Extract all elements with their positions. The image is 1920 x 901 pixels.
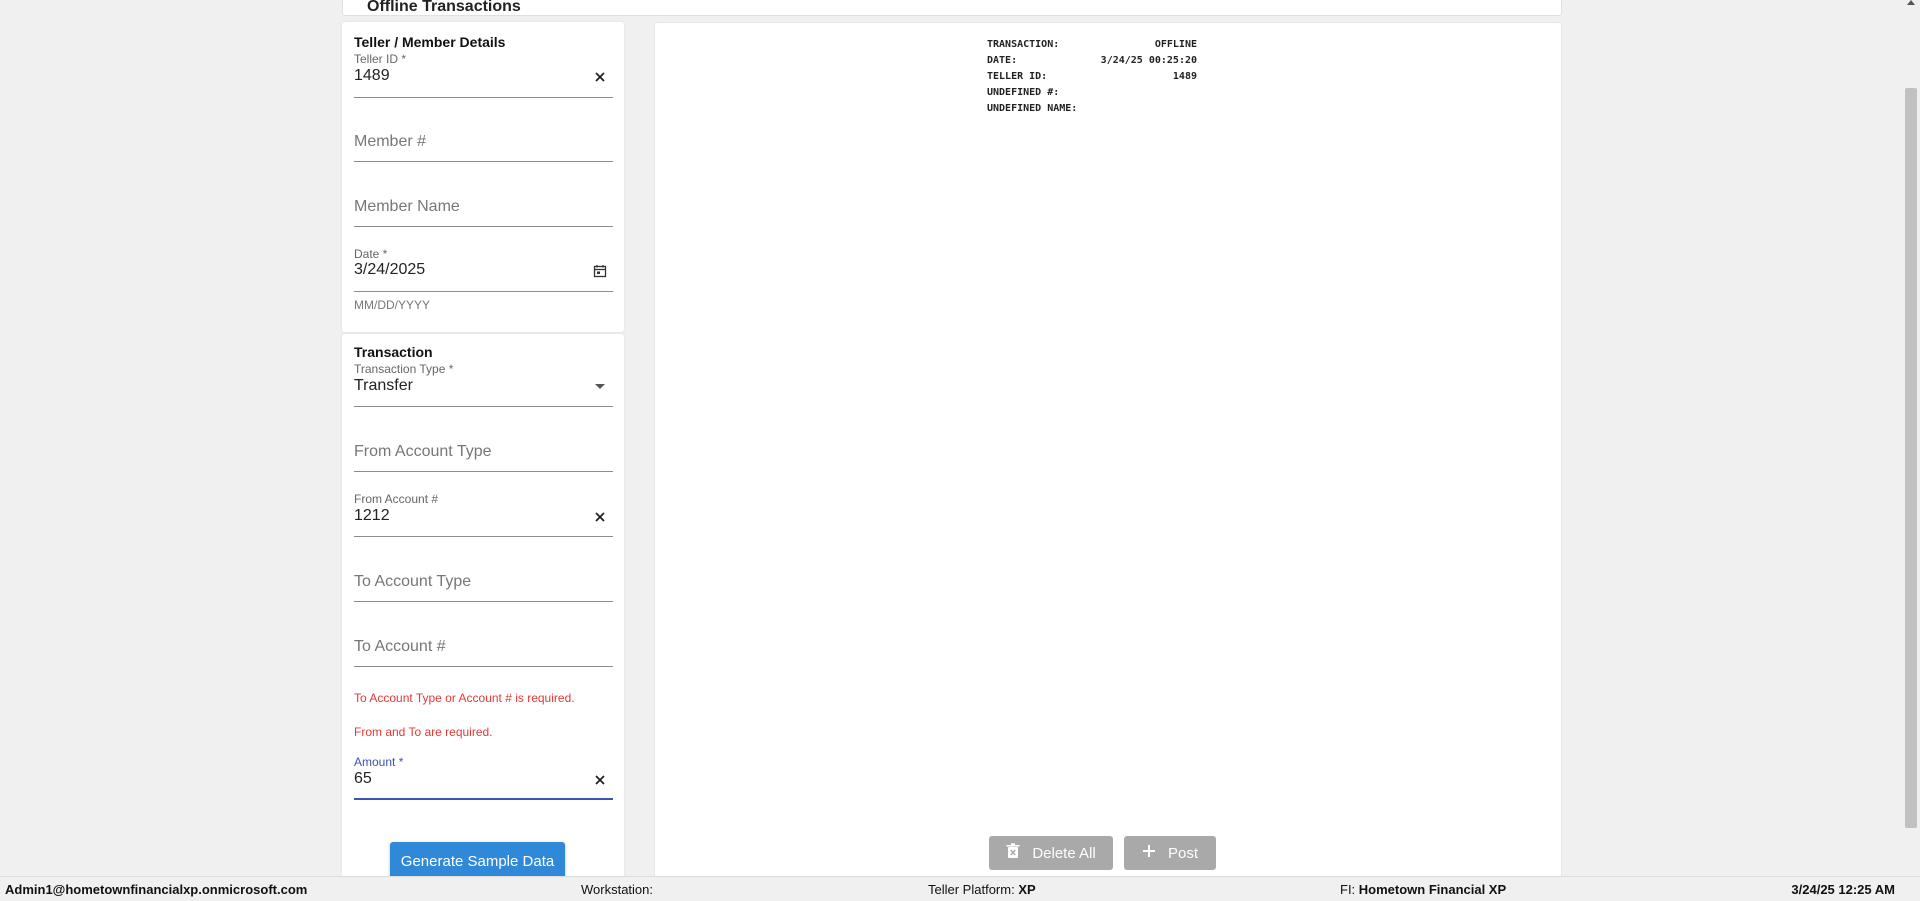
page-title-card: Offline Transactions (342, 0, 1562, 16)
dropdown-arrow-icon[interactable] (591, 378, 609, 396)
receipt: TRANSACTION: OFFLINE DATE: 3/24/25 00:25:2… (987, 37, 1197, 117)
member-details-card: Teller / Member Details Teller ID * 1489… (342, 22, 624, 332)
receipt-row: UNDEFINED #: (987, 85, 1197, 101)
from-account-number-field[interactable]: From Account # 1212 (354, 492, 613, 542)
scroll-up-icon[interactable] (1907, 0, 1915, 5)
status-datetime: 3/24/25 12:25 AM (1791, 882, 1895, 897)
member-number-field[interactable]: Member # (354, 117, 613, 167)
close-icon[interactable] (591, 68, 609, 86)
from-account-number-underline (354, 536, 613, 537)
error-message: From and To are required. (354, 725, 493, 739)
fi-value: Hometown Financial XP (1358, 882, 1507, 897)
transaction-type-value[interactable]: Transfer (354, 377, 413, 395)
close-icon[interactable] (591, 508, 609, 526)
receipt-row: UNDEFINED NAME: (987, 101, 1197, 117)
to-account-number-placeholder[interactable]: To Account # (354, 638, 446, 656)
to-account-number-underline (354, 666, 613, 667)
status-workstation: Workstation: (581, 882, 653, 897)
transaction-card: Transaction Transaction Type * Transfer … (342, 334, 624, 884)
amount-value[interactable]: 65 (354, 770, 372, 788)
receipt-preview-card: TRANSACTION: OFFLINE DATE: 3/24/25 00:25:2… (654, 22, 1562, 884)
page-title: Offline Transactions (367, 0, 521, 15)
error-message: To Account Type or Account # is required… (354, 691, 575, 705)
receipt-row: TRANSACTION: OFFLINE (987, 37, 1197, 53)
plus-icon (1142, 844, 1156, 862)
from-account-type-underline (354, 471, 613, 472)
delete-all-label: Delete All (1032, 844, 1096, 862)
member-name-placeholder[interactable]: Member Name (354, 198, 460, 216)
fi-label: FI: (1340, 882, 1356, 897)
member-name-field[interactable]: Member Name (354, 182, 613, 232)
date-underline (354, 291, 613, 292)
to-account-type-underline (354, 601, 613, 602)
date-value[interactable]: 3/24/2025 (354, 261, 425, 279)
receipt-value: OFFLINE (1154, 39, 1197, 50)
post-button[interactable]: Post (1124, 836, 1216, 870)
calendar-icon[interactable] (591, 262, 609, 280)
close-icon[interactable] (591, 771, 609, 789)
date-format-hint: MM/DD/YYYY (354, 298, 431, 312)
teller-id-underline (354, 97, 613, 98)
receipt-row: DATE: 3/24/25 00:25:20 (987, 53, 1197, 69)
transaction-type-label: Transaction Type * (354, 362, 454, 376)
receipt-value: 3/24/25 00:25:20 (1100, 55, 1197, 66)
to-account-type-placeholder[interactable]: To Account Type (354, 573, 471, 591)
from-account-type-placeholder[interactable]: From Account Type (354, 443, 492, 461)
status-fi: FI: Hometown Financial XP (1340, 882, 1506, 897)
date-field[interactable]: Date * 3/24/2025 (354, 247, 613, 297)
receipt-label: DATE: (987, 55, 1018, 66)
member-details-title: Teller / Member Details (354, 34, 506, 50)
status-platform: Teller Platform: XP (928, 882, 1036, 897)
transaction-title: Transaction (354, 344, 433, 360)
trash-icon (1006, 843, 1020, 863)
platform-label: Teller Platform: (928, 882, 1015, 897)
status-user: Admin1@hometownfinancialxp.onmicrosoft.c… (5, 882, 308, 897)
vertical-scrollbar[interactable] (1903, 0, 1920, 876)
transaction-type-underline (354, 406, 613, 407)
from-account-number-value[interactable]: 1212 (354, 507, 390, 525)
teller-id-value[interactable]: 1489 (354, 67, 390, 85)
receipt-row: TELLER ID: 1489 (987, 69, 1197, 85)
receipt-value: 1489 (1172, 71, 1197, 82)
to-account-type-field[interactable]: To Account Type (354, 557, 613, 607)
delete-all-button[interactable]: Delete All (989, 836, 1113, 870)
status-bar: Admin1@hometownfinancialxp.onmicrosoft.c… (0, 876, 1920, 901)
receipt-label: TELLER ID: (987, 71, 1048, 82)
member-number-placeholder[interactable]: Member # (354, 133, 426, 151)
generate-sample-data-button[interactable]: Generate Sample Data (390, 842, 565, 880)
member-number-underline (354, 161, 613, 162)
amount-underline (354, 798, 613, 800)
amount-label: Amount * (354, 755, 404, 769)
from-account-type-field[interactable]: From Account Type (354, 427, 613, 477)
platform-value: XP (1018, 882, 1036, 897)
scrollbar-thumb[interactable] (1905, 88, 1917, 828)
transaction-type-select[interactable]: Transaction Type * Transfer (354, 362, 613, 412)
receipt-label: UNDEFINED NAME: (987, 103, 1078, 114)
amount-field[interactable]: Amount * 65 (354, 755, 613, 805)
member-name-underline (354, 226, 613, 227)
date-label: Date * (354, 247, 388, 261)
post-label: Post (1167, 844, 1198, 862)
teller-id-label: Teller ID * (354, 52, 407, 66)
workstation-label: Workstation: (581, 882, 654, 897)
receipt-label: UNDEFINED #: (987, 87, 1060, 98)
teller-id-field[interactable]: Teller ID * 1489 (354, 52, 613, 102)
from-account-number-label: From Account # (354, 492, 439, 506)
to-account-number-field[interactable]: To Account # (354, 622, 613, 672)
receipt-label: TRANSACTION: (987, 39, 1060, 50)
